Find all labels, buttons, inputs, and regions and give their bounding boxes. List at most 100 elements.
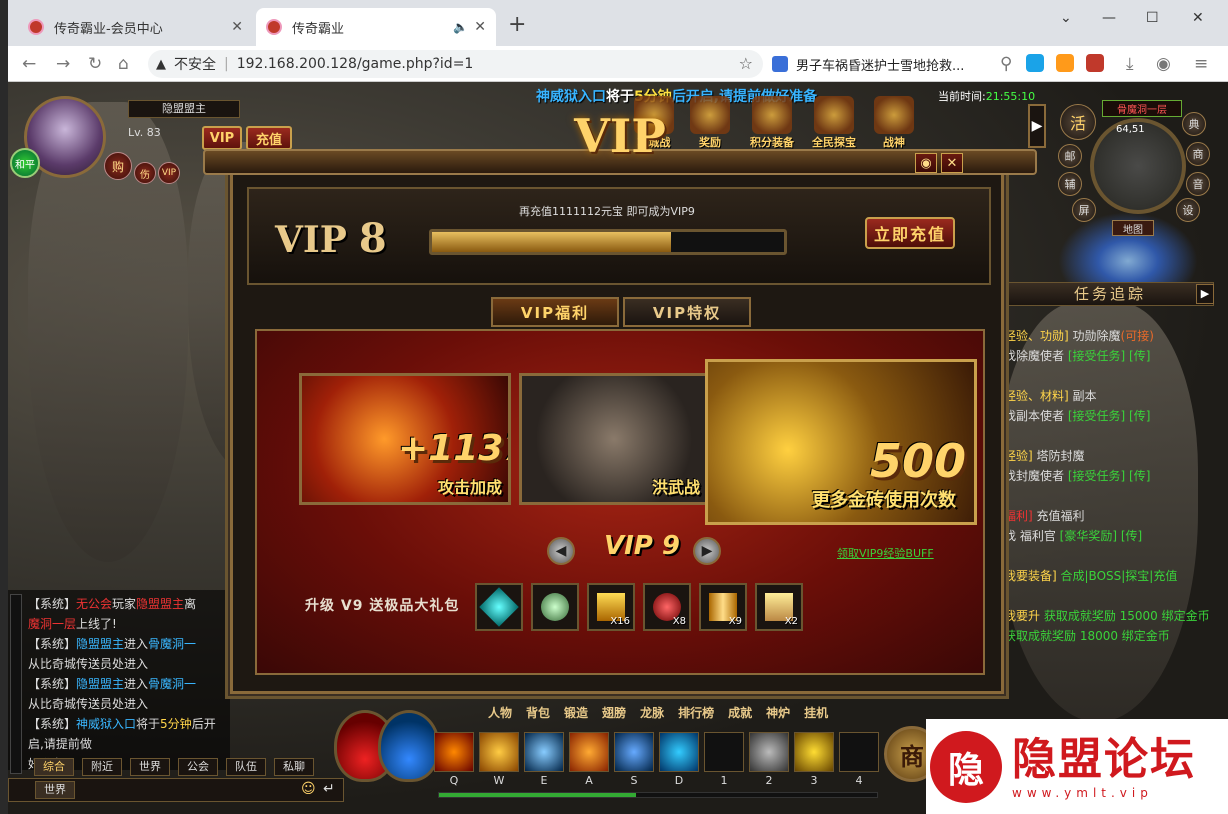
skill-slot-a[interactable]: A (569, 732, 609, 787)
chat-tab-nearby[interactable]: 附近 (82, 758, 122, 776)
chat-tab-guild[interactable]: 公会 (178, 758, 218, 776)
skill-slot-2[interactable]: 2 (749, 732, 789, 787)
skill-slot-w[interactable]: W (479, 732, 519, 787)
reload-icon[interactable]: ↻ (88, 54, 102, 74)
game-favicon-icon (266, 19, 282, 35)
crystal-icon[interactable] (475, 583, 523, 631)
download-icon[interactable]: ⤓ (1126, 54, 1134, 74)
skill-slot-d[interactable]: D (659, 732, 699, 787)
chat-tab-all[interactable]: 综合 (34, 758, 74, 776)
points-equip-icon[interactable]: 积分装备 (746, 96, 798, 152)
flash-icon[interactable] (1086, 54, 1104, 72)
skill-slot-3[interactable]: 3 (794, 732, 834, 787)
menu-character[interactable]: 人物 (488, 704, 512, 726)
tab-vip-privileges[interactable]: VIP特权 (623, 297, 751, 327)
emoji-icon[interactable]: ☺ (301, 781, 316, 797)
war-god-icon[interactable]: 战神 (868, 96, 920, 152)
skill-slot-s[interactable]: S (614, 732, 654, 787)
tab-game[interactable]: 传奇霸业 🔈 ✕ (256, 8, 496, 46)
menu-bag[interactable]: 背包 (526, 704, 550, 726)
close-tab-icon[interactable]: ✕ (231, 19, 243, 35)
tab-member-center[interactable]: 传奇霸业-会员中心 ✕ (18, 8, 253, 46)
tab-search-icon[interactable]: ⌄ (1060, 10, 1072, 26)
eye-icon[interactable]: ◉ (915, 153, 937, 173)
chat-tab-world[interactable]: 世界 (130, 758, 170, 776)
quest-list[interactable]: 经验、功勋] 功勋除魔(可接) 找除魔使者 [接受任务] [传] 经验、材料] 副… (1004, 326, 1224, 646)
vip-button[interactable]: VIP (202, 126, 242, 150)
map-button[interactable]: 地图 (1112, 220, 1154, 236)
menu-ranking[interactable]: 排行榜 (678, 704, 714, 726)
chat-channel-select[interactable]: 世界 (35, 781, 75, 799)
buy-button[interactable]: 购 (104, 152, 132, 180)
sound-button[interactable]: 音 (1186, 172, 1210, 196)
chat-tab-team[interactable]: 队伍 (226, 758, 266, 776)
home-icon[interactable]: ⌂ (118, 54, 129, 74)
scroll-icon[interactable]: X9 (699, 583, 747, 631)
forward-icon[interactable]: → (56, 54, 70, 74)
chat-scrollbar[interactable] (10, 594, 22, 774)
current-vip-level: VIP 8 (275, 215, 387, 262)
screen-button[interactable]: 屏 (1072, 198, 1096, 222)
recharge-now-button[interactable]: 立即充值 (865, 217, 955, 249)
maximize-button[interactable]: ☐ (1146, 10, 1159, 26)
extension-icon[interactable] (1026, 54, 1044, 72)
menu-wings[interactable]: 翅膀 (602, 704, 626, 726)
new-tab-button[interactable]: + (508, 12, 526, 37)
news-title: 男子车祸昏迷护士雪地抢救... (796, 58, 965, 74)
menu-autoplay[interactable]: 挂机 (804, 704, 828, 726)
chat-tab-private[interactable]: 私聊 (274, 758, 314, 776)
minimize-button[interactable]: — (1102, 10, 1116, 26)
skill-slot-e[interactable]: E (524, 732, 564, 787)
quest-line (1004, 426, 1224, 446)
claim-buff-link[interactable]: 领取VIP9经验BUFF (837, 545, 934, 561)
extension-icon[interactable] (1056, 54, 1074, 72)
codex-button[interactable]: 典 (1182, 112, 1206, 136)
quest-line (1004, 366, 1224, 386)
game-viewport[interactable]: 神威狱入口将于5分钟后开启,请提前做好准备 当前时间:21:55:10 和平 隐… (8, 82, 1228, 814)
chat-line: 【系统】隐盟盟主进入骨魔洞一 (28, 677, 197, 691)
shop-mini-button[interactable]: 商 (1186, 142, 1210, 166)
address-input[interactable]: ▲ 不安全 | 192.168.200.128/game.php?id=1 ☆ (148, 50, 763, 78)
quest-line: 我要升 获取成就奖励 15000 绑定金币 (1004, 609, 1210, 623)
player-level: Lv. 83 (128, 126, 161, 139)
back-icon[interactable]: ← (22, 54, 36, 74)
next-level-icon[interactable]: ▶ (693, 537, 721, 565)
news-suggestion[interactable]: 男子车祸昏迷护士雪地抢救... (772, 52, 1002, 76)
skill-slot-q[interactable]: Q (434, 732, 474, 787)
quest-toggle-icon[interactable]: ▶ (1196, 284, 1214, 304)
profile-icon[interactable]: ◉ (1156, 54, 1171, 74)
lotus-icon[interactable] (531, 583, 579, 631)
menu-achievement[interactable]: 成就 (728, 704, 752, 726)
gold-bar-icon[interactable]: X16 (587, 583, 635, 631)
news-icon (772, 56, 788, 72)
menu-furnace[interactable]: 神炉 (766, 704, 790, 726)
pk-mode-button[interactable]: 和平 (10, 148, 40, 178)
skill-slot-4[interactable]: 4 (839, 732, 879, 787)
chat-line: 【系统】神威狱入口将于5分钟后开启,请提前做 (28, 717, 216, 751)
speaker-icon[interactable]: 🔈 (453, 20, 468, 34)
quest-line: 福利] 充值福利 (1004, 509, 1085, 523)
close-dialog-button[interactable]: ✕ (941, 153, 963, 173)
menu-forge[interactable]: 锻造 (564, 704, 588, 726)
menu-dragon-vein[interactable]: 龙脉 (640, 704, 664, 726)
recharge-button[interactable]: 充值 (246, 126, 292, 150)
close-tab-icon[interactable]: ✕ (474, 19, 486, 35)
chat-input-bar[interactable]: 世界 ☺ ↵ (8, 778, 344, 802)
collapse-arrow-icon[interactable]: ▶ (1028, 104, 1046, 148)
activity-button[interactable]: 活 (1060, 104, 1096, 140)
settings-button[interactable]: 设 (1176, 198, 1200, 222)
reward-icon[interactable]: 奖励 (684, 96, 736, 152)
send-icon[interactable]: ↵ (323, 781, 335, 797)
skill-slot-1[interactable]: 1 (704, 732, 744, 787)
gem-icon[interactable]: X8 (643, 583, 691, 631)
search-icon[interactable]: ⚲ (1000, 54, 1012, 74)
quest-tracker-title[interactable]: 任务追踪 (1006, 282, 1214, 306)
bookmark-star-icon[interactable]: ☆ (739, 54, 753, 73)
menu-icon[interactable]: ≡ (1194, 54, 1208, 74)
close-window-button[interactable]: ✕ (1192, 10, 1204, 26)
mail-button[interactable]: 邮 (1058, 144, 1082, 168)
treasure-hunt-icon[interactable]: 全民探宝 (808, 96, 860, 152)
assist-button[interactable]: 辅 (1058, 172, 1082, 196)
parchment-icon[interactable]: X2 (755, 583, 803, 631)
tab-vip-benefits[interactable]: VIP福利 (491, 297, 619, 327)
